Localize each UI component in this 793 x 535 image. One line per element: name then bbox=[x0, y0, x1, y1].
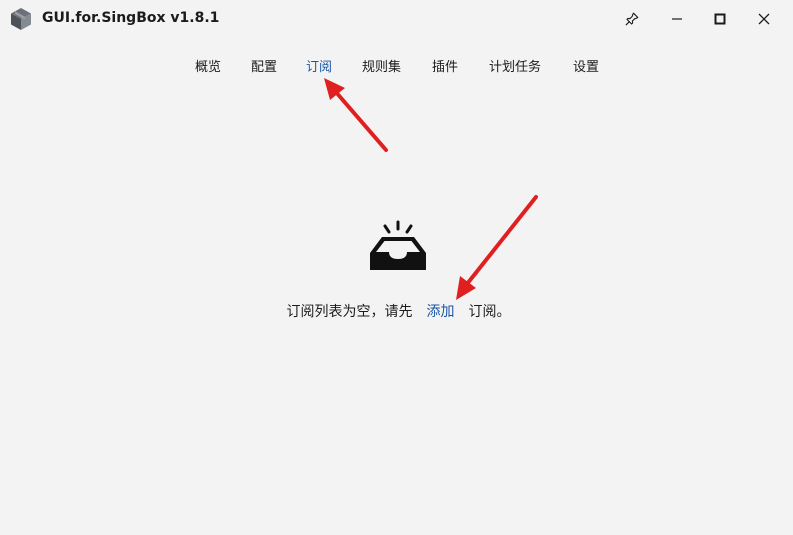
arrow-to-add-link bbox=[456, 195, 538, 300]
inbox-empty-icon bbox=[370, 220, 426, 270]
nav-item-overview[interactable]: 概览 bbox=[195, 56, 221, 75]
title-bar[interactable]: GUI.for.SingBox v1.8.1 bbox=[0, 0, 793, 38]
empty-state-message: 订阅列表为空，请先 添加 订阅。 bbox=[0, 301, 793, 321]
app-title: GUI.for.SingBox v1.8.1 bbox=[42, 10, 220, 26]
close-icon bbox=[758, 13, 770, 25]
maximize-button[interactable] bbox=[698, 0, 742, 38]
nav-item-settings[interactable]: 设置 bbox=[573, 56, 599, 75]
nav-item-rulesets[interactable]: 规则集 bbox=[362, 56, 401, 75]
empty-state-prefix: 订阅列表为空，请先 bbox=[286, 304, 413, 320]
app-window: GUI.for.SingBox v1.8.1 概览 配置 订阅 规则集 插件 计… bbox=[0, 0, 793, 535]
main-nav: 概览 配置 订阅 规则集 插件 计划任务 设置 bbox=[0, 50, 793, 80]
arrow-to-subscriptions-tab bbox=[324, 78, 388, 152]
nav-item-profiles[interactable]: 配置 bbox=[251, 56, 277, 75]
close-button[interactable] bbox=[742, 0, 786, 38]
add-subscription-link[interactable]: 添加 bbox=[427, 301, 455, 321]
minimize-icon bbox=[672, 18, 682, 20]
maximize-icon bbox=[714, 13, 726, 25]
pin-icon bbox=[625, 12, 639, 26]
nav-item-subscriptions[interactable]: 订阅 bbox=[306, 56, 332, 75]
pin-button[interactable] bbox=[610, 0, 654, 38]
nav-item-plugins[interactable]: 插件 bbox=[432, 56, 458, 75]
box-logo-icon bbox=[11, 8, 31, 30]
nav-item-scheduled-tasks[interactable]: 计划任务 bbox=[489, 56, 541, 75]
minimize-button[interactable] bbox=[655, 0, 699, 38]
empty-state-suffix: 订阅。 bbox=[468, 304, 511, 320]
